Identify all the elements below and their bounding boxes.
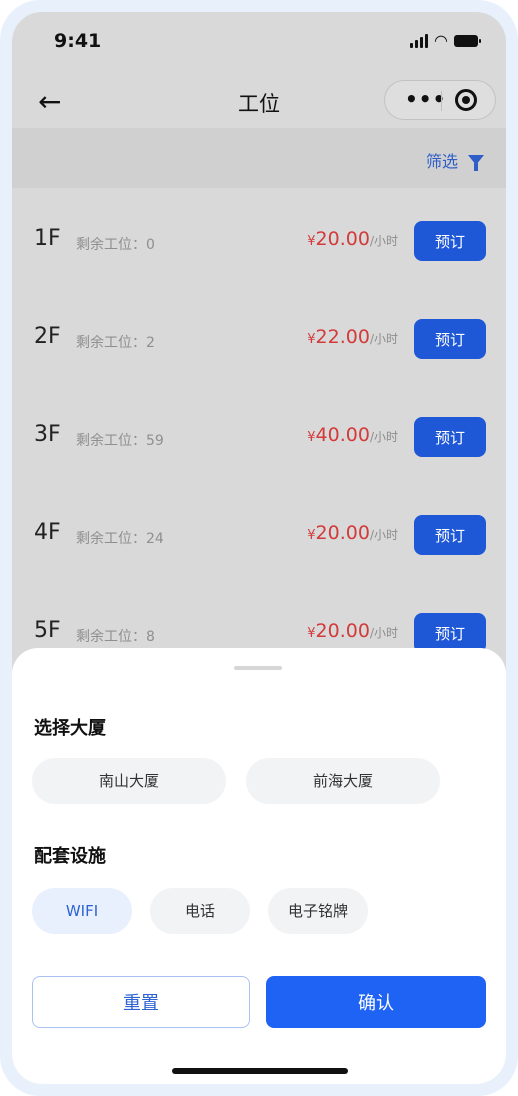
currency-symbol: ¥: [307, 528, 316, 543]
price-amount: 20.00: [315, 620, 370, 642]
book-button[interactable]: 预订: [414, 613, 486, 653]
building-chip[interactable]: 前海大厦: [246, 758, 440, 804]
floor-label: 3F: [34, 422, 61, 447]
phone-frame: 9:41 ◠ ← 工位 ••• 筛选 1F 剩余工位：0 ¥20.00/小时 预…: [0, 0, 518, 1096]
building-section-title: 选择大厦: [34, 718, 106, 739]
battery-icon: [454, 35, 481, 47]
floor-label: 4F: [34, 520, 61, 545]
book-button[interactable]: 预订: [414, 221, 486, 261]
list-item: 1F 剩余工位：0 ¥20.00/小时 预订: [12, 198, 506, 284]
price-amount: 20.00: [315, 522, 370, 544]
price-unit: /小时: [369, 332, 398, 346]
currency-symbol: ¥: [307, 430, 316, 445]
currency-symbol: ¥: [307, 626, 316, 641]
facility-chip[interactable]: 电话: [150, 888, 250, 934]
book-button[interactable]: 预订: [414, 515, 486, 555]
remaining-seats: 剩余工位：59: [76, 433, 164, 449]
status-bar: 9:41 ◠: [12, 12, 506, 72]
funnel-icon: [468, 155, 484, 171]
book-button[interactable]: 预订: [414, 417, 486, 457]
list-item: 3F 剩余工位：59 ¥40.00/小时 预订: [12, 394, 506, 480]
price-amount: 20.00: [315, 228, 370, 250]
reset-button[interactable]: 重置: [32, 976, 250, 1028]
screen: 9:41 ◠ ← 工位 ••• 筛选 1F 剩余工位：0 ¥20.00/小时 预…: [12, 12, 506, 1084]
confirm-button[interactable]: 确认: [266, 976, 486, 1028]
price-unit: /小时: [369, 234, 398, 248]
floor-label: 5F: [34, 618, 61, 643]
home-indicator: [172, 1068, 348, 1074]
price-unit: /小时: [369, 528, 398, 542]
wifi-icon: ◠: [434, 31, 448, 50]
remaining-seats: 剩余工位：8: [76, 629, 155, 645]
price: ¥20.00/小时: [307, 522, 398, 544]
facility-chip-selected[interactable]: WIFI: [32, 888, 132, 934]
facilities-section-title: 配套设施: [34, 846, 106, 867]
close-target-icon[interactable]: [455, 89, 477, 111]
sheet-grabber[interactable]: [234, 666, 282, 670]
price-amount: 40.00: [315, 424, 370, 446]
currency-symbol: ¥: [307, 332, 316, 347]
price-unit: /小时: [369, 430, 398, 444]
status-time: 9:41: [54, 30, 102, 52]
mini-program-capsule: •••: [384, 80, 496, 120]
filter-bar: 筛选: [12, 128, 506, 188]
price-amount: 22.00: [315, 326, 370, 348]
price: ¥20.00/小时: [307, 620, 398, 642]
currency-symbol: ¥: [307, 234, 316, 249]
price: ¥20.00/小时: [307, 228, 398, 250]
capsule-divider: [441, 91, 442, 111]
price: ¥40.00/小时: [307, 424, 398, 446]
price: ¥22.00/小时: [307, 326, 398, 348]
book-button[interactable]: 预订: [414, 319, 486, 359]
signal-icon: [410, 34, 429, 48]
remaining-seats: 剩余工位：2: [76, 335, 155, 351]
remaining-seats: 剩余工位：24: [76, 531, 164, 547]
floor-label: 1F: [34, 226, 61, 251]
list-item: 2F 剩余工位：2 ¥22.00/小时 预订: [12, 296, 506, 382]
building-chip[interactable]: 南山大厦: [32, 758, 226, 804]
floor-label: 2F: [34, 324, 61, 349]
nav-bar: ← 工位 •••: [12, 76, 506, 128]
remaining-seats: 剩余工位：0: [76, 237, 155, 253]
filter-label: 筛选: [425, 152, 458, 171]
facility-chip[interactable]: 电子铭牌: [268, 888, 368, 934]
filter-bottom-sheet: 选择大厦 南山大厦 前海大厦 配套设施 WIFI 电话 电子铭牌 重置 确认: [12, 648, 506, 1084]
status-icons: ◠: [410, 31, 481, 50]
list-item: 4F 剩余工位：24 ¥20.00/小时 预订: [12, 492, 506, 578]
price-unit: /小时: [369, 626, 398, 640]
filter-button[interactable]: 筛选: [426, 148, 484, 172]
